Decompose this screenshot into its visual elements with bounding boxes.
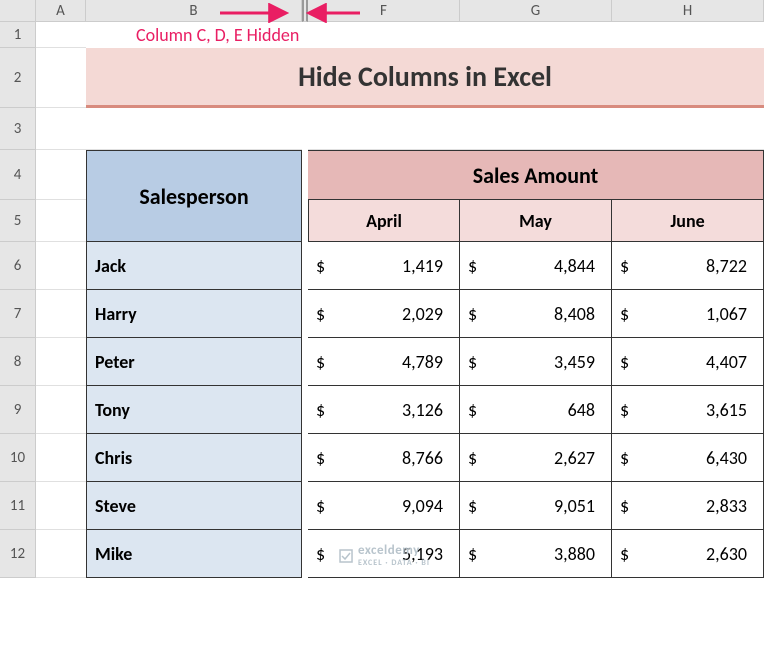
cell-a5[interactable] — [36, 200, 86, 242]
cell-b3[interactable] — [86, 108, 302, 150]
cell-salesperson[interactable]: Tony — [86, 386, 302, 434]
row-header-8[interactable]: 8 — [0, 338, 36, 386]
cell-a8[interactable] — [36, 338, 86, 386]
cell-amount[interactable]: $1,067 — [612, 290, 764, 338]
cell-amount[interactable]: $648 — [460, 386, 612, 434]
header-sales-amount[interactable]: Sales Amount — [308, 150, 764, 200]
row-header-12[interactable]: 12 — [0, 530, 36, 578]
title-cell[interactable]: Hide Columns in Excel — [86, 48, 764, 108]
cell-amount[interactable]: $4,789 — [308, 338, 460, 386]
cell-salesperson[interactable]: Steve — [86, 482, 302, 530]
cell-a3[interactable] — [36, 108, 86, 150]
cell-amount[interactable]: $6,430 — [612, 434, 764, 482]
cell-amount[interactable]: $9,051 — [460, 482, 612, 530]
row-header-1[interactable]: 1 — [0, 22, 36, 48]
column-header-g[interactable]: G — [460, 0, 612, 22]
cell-amount[interactable]: $8,766 — [308, 434, 460, 482]
cell-a11[interactable] — [36, 482, 86, 530]
cell-salesperson[interactable]: Jack — [86, 242, 302, 290]
spreadsheet-grid: A B F G H 1 Column C, D, E Hidden 2 Hide… — [0, 0, 768, 578]
cell-a6[interactable] — [36, 242, 86, 290]
cell-amount[interactable]: $2,630 — [612, 530, 764, 578]
header-month-april[interactable]: April — [308, 200, 460, 242]
row-header-9[interactable]: 9 — [0, 386, 36, 434]
cell-h3[interactable] — [612, 108, 764, 150]
row-header-2[interactable]: 2 — [0, 48, 36, 108]
cell-amount[interactable]: $2,627 — [460, 434, 612, 482]
cell-amount[interactable]: $3,880 — [460, 530, 612, 578]
cell-a7[interactable] — [36, 290, 86, 338]
column-header-f[interactable]: F — [308, 0, 460, 22]
header-month-june[interactable]: June — [612, 200, 764, 242]
watermark: exceldemy EXCEL · DATA · BI — [338, 543, 430, 568]
watermark-sub: EXCEL · DATA · BI — [358, 558, 430, 568]
cell-amount[interactable]: $8,722 — [612, 242, 764, 290]
column-header-h[interactable]: H — [612, 0, 764, 22]
cell-amount[interactable]: $8,408 — [460, 290, 612, 338]
cell-salesperson[interactable]: Mike — [86, 530, 302, 578]
cell-a12[interactable] — [36, 530, 86, 578]
cell-amount[interactable]: $2,029 — [308, 290, 460, 338]
row-header-11[interactable]: 11 — [0, 482, 36, 530]
annotation-text: Column C, D, E Hidden — [86, 22, 764, 48]
cell-amount[interactable]: $4,844 — [460, 242, 612, 290]
column-header-b[interactable]: B — [86, 0, 302, 22]
row-header-10[interactable]: 10 — [0, 434, 36, 482]
cell-salesperson[interactable]: Chris — [86, 434, 302, 482]
row-header-3[interactable]: 3 — [0, 108, 36, 150]
row-header-5[interactable]: 5 — [0, 200, 36, 242]
row-header-4[interactable]: 4 — [0, 150, 36, 200]
header-month-may[interactable]: May — [460, 200, 612, 242]
cell-g3[interactable] — [460, 108, 612, 150]
cell-amount[interactable]: $1,419 — [308, 242, 460, 290]
header-salesperson[interactable]: Salesperson — [86, 150, 302, 242]
cell-amount[interactable]: $3,615 — [612, 386, 764, 434]
cell-salesperson[interactable]: Peter — [86, 338, 302, 386]
cell-a9[interactable] — [36, 386, 86, 434]
cell-amount[interactable]: $3,126 — [308, 386, 460, 434]
cell-salesperson[interactable]: Harry — [86, 290, 302, 338]
cell-amount[interactable]: $9,094 — [308, 482, 460, 530]
cell-f3[interactable] — [308, 108, 460, 150]
select-all-corner[interactable] — [0, 0, 36, 22]
row-header-7[interactable]: 7 — [0, 290, 36, 338]
cell-amount[interactable]: $2,833 — [612, 482, 764, 530]
row-header-6[interactable]: 6 — [0, 242, 36, 290]
cell-a10[interactable] — [36, 434, 86, 482]
watermark-icon — [338, 548, 354, 564]
cell-a1[interactable] — [36, 22, 86, 48]
watermark-brand: exceldemy — [358, 543, 420, 558]
column-header-a[interactable]: A — [36, 0, 86, 22]
cell-a2[interactable] — [36, 48, 86, 108]
cell-amount[interactable]: $3,459 — [460, 338, 612, 386]
cell-amount[interactable]: $4,407 — [612, 338, 764, 386]
cell-a4[interactable] — [36, 150, 86, 200]
